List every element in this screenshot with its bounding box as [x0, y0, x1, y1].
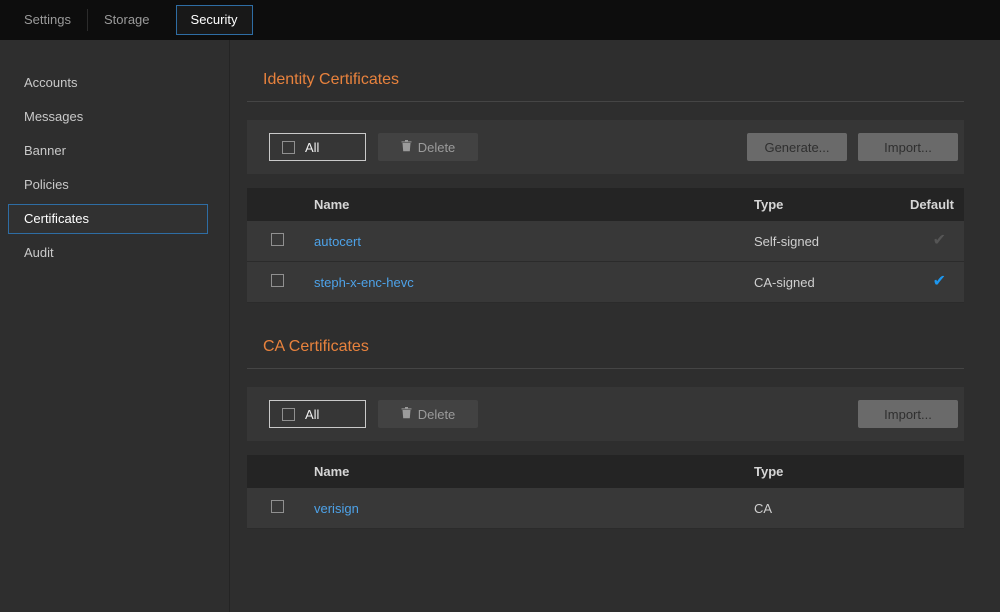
- tab-settings[interactable]: Settings: [8, 0, 87, 40]
- header-type: Type: [754, 197, 864, 212]
- default-cell: ✔: [933, 233, 964, 249]
- delete-button[interactable]: Delete: [378, 400, 478, 428]
- trash-icon: [401, 407, 412, 422]
- select-all-control[interactable]: All: [269, 133, 366, 161]
- certificate-link[interactable]: verisign: [314, 501, 754, 516]
- top-navigation: Settings Storage Security: [0, 0, 1000, 40]
- select-all-label: All: [305, 407, 319, 422]
- header-name: Name: [314, 197, 754, 212]
- row-checkbox-cell: [247, 274, 314, 290]
- table-header-row: Name Type Default: [247, 188, 964, 221]
- import-button[interactable]: Import...: [858, 400, 958, 428]
- row-checkbox-cell: [247, 500, 314, 516]
- table-row: verisign CA: [247, 488, 964, 529]
- section-divider: [247, 101, 964, 102]
- import-button[interactable]: Import...: [858, 133, 958, 161]
- identity-toolbar: All Delete Generate... Import...: [247, 120, 964, 174]
- header-type: Type: [754, 464, 964, 479]
- certificate-type: CA-signed: [754, 275, 864, 290]
- page-body: Accounts Messages Banner Policies Certif…: [0, 40, 1000, 612]
- identity-certificates-title: Identity Certificates: [263, 70, 964, 89]
- delete-button-label: Delete: [418, 407, 456, 422]
- sidebar: Accounts Messages Banner Policies Certif…: [0, 40, 230, 612]
- main-content: Identity Certificates All Delete Generat…: [230, 40, 1000, 612]
- section-divider: [247, 368, 964, 369]
- select-all-checkbox[interactable]: [282, 141, 295, 154]
- table-header-row: Name Type: [247, 455, 964, 488]
- select-all-control[interactable]: All: [269, 400, 366, 428]
- sidebar-item-certificates[interactable]: Certificates: [8, 204, 208, 234]
- sidebar-item-messages[interactable]: Messages: [0, 100, 229, 134]
- trash-icon: [401, 140, 412, 155]
- default-check-icon[interactable]: ✔: [933, 232, 946, 249]
- header-default: Default: [910, 197, 964, 212]
- delete-button[interactable]: Delete: [378, 133, 478, 161]
- generate-button[interactable]: Generate...: [747, 133, 847, 161]
- identity-certificates-table: Name Type Default autocert Self-signed ✔…: [247, 188, 964, 303]
- sidebar-item-policies[interactable]: Policies: [0, 168, 229, 202]
- delete-button-label: Delete: [418, 140, 456, 155]
- tab-security[interactable]: Security: [176, 5, 253, 35]
- table-row: steph-x-enc-hevc CA-signed ✔: [247, 262, 964, 303]
- certificate-link[interactable]: autocert: [314, 234, 754, 249]
- select-all-checkbox[interactable]: [282, 408, 295, 421]
- row-checkbox[interactable]: [271, 500, 284, 513]
- tab-storage[interactable]: Storage: [88, 0, 166, 40]
- sidebar-item-audit[interactable]: Audit: [0, 236, 229, 270]
- sidebar-item-banner[interactable]: Banner: [0, 134, 229, 168]
- certificate-type: Self-signed: [754, 234, 864, 249]
- ca-certificates-table: Name Type verisign CA: [247, 455, 964, 529]
- select-all-label: All: [305, 140, 319, 155]
- row-checkbox-cell: [247, 233, 314, 249]
- ca-certificates-title: CA Certificates: [263, 337, 964, 356]
- row-checkbox[interactable]: [271, 233, 284, 246]
- default-check-icon[interactable]: ✔: [933, 273, 946, 290]
- certificate-link[interactable]: steph-x-enc-hevc: [314, 275, 754, 290]
- default-cell: ✔: [933, 274, 964, 290]
- certificate-type: CA: [754, 501, 964, 516]
- header-name: Name: [314, 464, 754, 479]
- row-checkbox[interactable]: [271, 274, 284, 287]
- table-row: autocert Self-signed ✔: [247, 221, 964, 262]
- sidebar-item-accounts[interactable]: Accounts: [0, 66, 229, 100]
- ca-toolbar: All Delete Import...: [247, 387, 964, 441]
